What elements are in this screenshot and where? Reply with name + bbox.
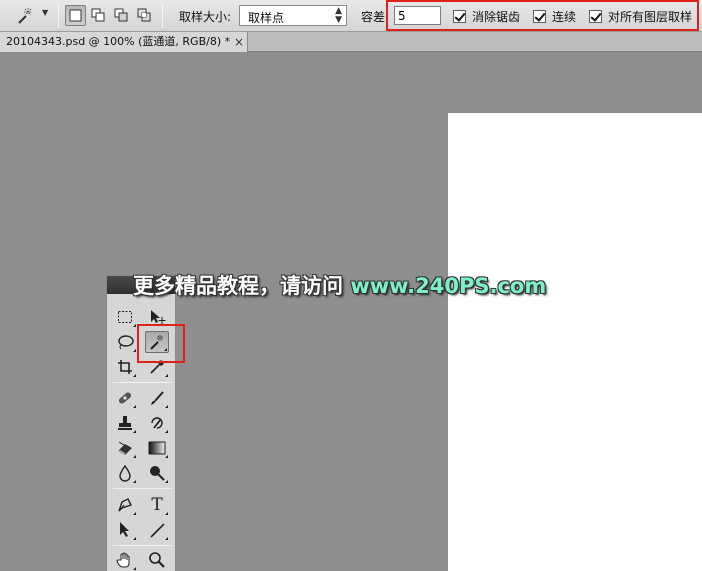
line-tool[interactable] [145,519,169,541]
eyedropper-tool[interactable] [145,356,169,378]
pen-tool[interactable] [113,494,137,516]
lasso-tool[interactable] [113,331,137,353]
contiguous-label: 连续 [552,9,577,24]
pen-icon [118,498,132,512]
document-canvas[interactable] [448,113,702,571]
watermark-url: www.240PS.com [350,274,547,298]
close-tab-icon[interactable]: × [234,32,244,52]
tools-separator [113,488,171,489]
options-separator [58,4,59,28]
path-arrow-icon [120,522,129,537]
new-selection-icon [69,9,82,22]
options-separator [162,4,163,28]
document-tab-strip: 20104343.psd @ 100% (蓝通道, RGB/8) * × [0,32,702,52]
line-icon [150,523,165,538]
drop-icon [119,464,131,482]
tolerance-input[interactable] [394,6,441,25]
tolerance-label: 容差: [361,10,390,24]
path-selection-tool[interactable] [113,519,137,541]
add-selection-icon [91,8,105,22]
tools-separator [113,545,171,546]
sample-all-layers-label: 对所有图层取样 [608,9,693,24]
dodge-icon [150,466,165,481]
eraser-tool[interactable] [113,437,137,459]
crop-icon [118,360,132,374]
magic-wand-tool[interactable] [145,331,169,353]
tools-separator [113,382,171,383]
anti-alias-label: 消除锯齿 [472,9,521,24]
gradient-tool[interactable] [145,437,169,459]
lasso-icon [118,335,134,350]
sample-size-select[interactable]: 取样点 ▲ ▼ [239,5,347,26]
marquee-icon [118,311,132,323]
intersect-selection-icon [137,8,151,22]
tool-preset-dropdown-icon[interactable]: ▼ [42,8,48,17]
select-arrows-icon: ▲ ▼ [335,6,342,25]
magic-wand-tool-preset-icon[interactable] [14,5,36,27]
type-icon: T [151,494,163,515]
zoom-icon [149,552,165,568]
document-tab-title: 20104343.psd @ 100% (蓝通道, RGB/8) * [6,35,231,48]
checkbox-checked-icon[interactable] [453,9,466,23]
subtract-selection-icon [114,8,128,22]
sample-all-layers-checkbox[interactable]: 对所有图层取样 [589,6,692,26]
blur-tool[interactable] [113,462,137,484]
clone-stamp-tool[interactable] [113,412,137,434]
sample-size-label: 取样大小: [179,10,232,24]
move-tool[interactable] [145,306,169,328]
brush-icon [151,391,164,405]
eraser-icon [118,441,132,455]
type-tool[interactable]: T [145,494,169,516]
zoom-tool[interactable] [145,549,169,571]
watermark-text: 更多精品教程，请访问 www.240PS.com [133,270,546,300]
new-selection-button[interactable] [65,5,86,26]
stamp-icon [118,416,132,430]
gradient-icon [148,441,166,455]
hand-icon [116,552,130,568]
subtract-from-selection-button[interactable] [111,5,132,26]
anti-alias-checkbox[interactable]: 消除锯齿 [453,6,520,26]
healing-brush-tool[interactable] [113,387,137,409]
move-icon [151,310,166,324]
sample-size-value: 取样点 [248,11,285,25]
checkbox-checked-icon[interactable] [533,9,546,23]
contiguous-checkbox[interactable]: 连续 [533,6,576,26]
history-brush-icon [151,417,163,429]
bandage-icon [118,392,132,404]
crop-tool[interactable] [113,356,137,378]
eyedropper-icon [150,360,164,374]
options-bar: ▼ 取样大小: 取样点 ▲▼ 容差: 消除锯齿 连续 对所有图层取样 [0,0,702,32]
dodge-tool[interactable] [145,462,169,484]
history-brush-tool[interactable] [145,412,169,434]
brush-tool[interactable] [145,387,169,409]
hand-tool[interactable] [113,549,137,571]
rectangular-marquee-tool[interactable] [113,306,137,328]
add-to-selection-button[interactable] [88,5,109,26]
document-tab[interactable]: 20104343.psd @ 100% (蓝通道, RGB/8) * [0,32,248,52]
intersect-selection-button[interactable] [134,5,155,26]
watermark-message: 更多精品教程，请访问 [133,274,351,298]
tools-panel: T [106,275,176,571]
checkbox-checked-icon[interactable] [589,9,602,23]
